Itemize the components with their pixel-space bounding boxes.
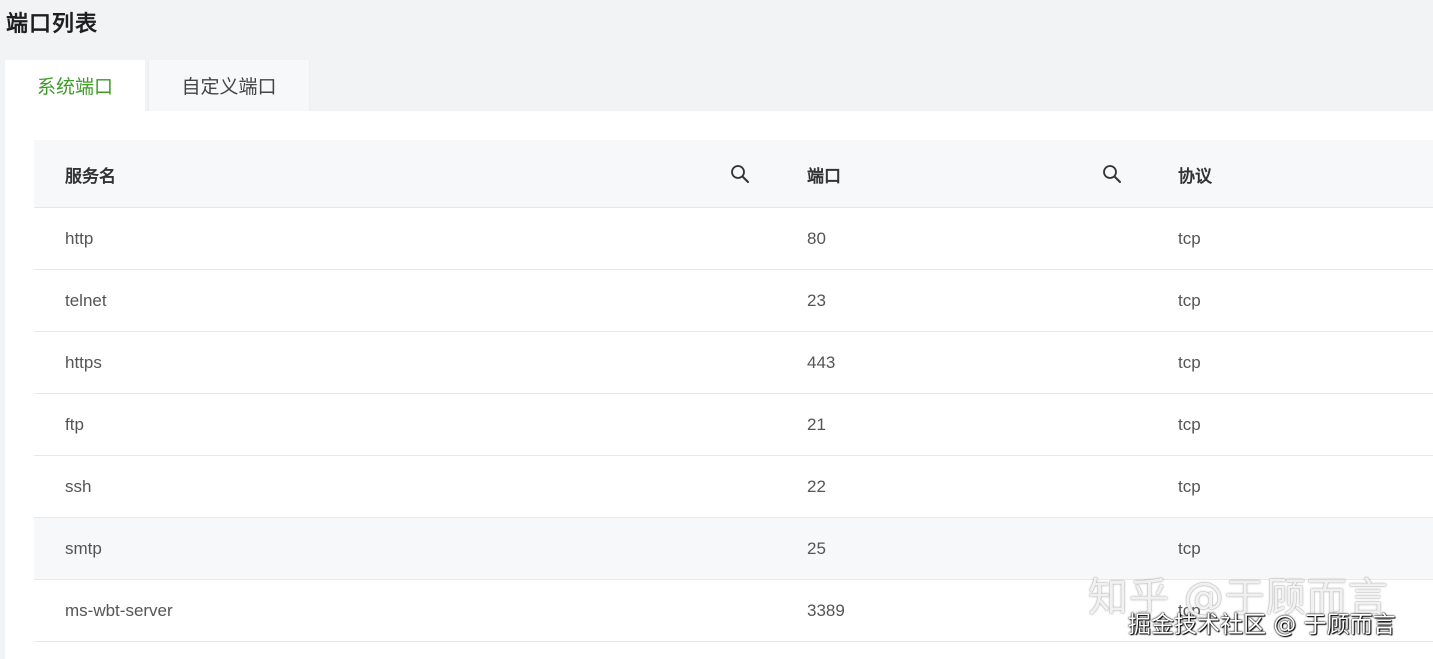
cell-service-name: ssh <box>65 476 92 496</box>
cell-port: 25 <box>807 538 826 558</box>
cell-port: 21 <box>807 414 826 434</box>
cell-port: 3389 <box>807 600 845 620</box>
cell-protocol: tcp <box>1178 414 1201 434</box>
cell-service-name: ftp <box>65 414 84 434</box>
column-header-port: 端口 <box>807 166 841 187</box>
table-row[interactable]: telnet 23 tcp <box>34 270 1433 332</box>
cell-protocol: tcp <box>1178 352 1201 372</box>
cell-port: 80 <box>807 228 826 248</box>
cell-protocol: tcp <box>1178 476 1201 496</box>
cell-protocol: tcp <box>1178 290 1201 310</box>
table-header: 服务名 端口 协议 <box>34 140 1433 208</box>
tab-custom-ports[interactable]: 自定义端口 <box>149 60 309 111</box>
cell-protocol: tcp <box>1178 538 1201 558</box>
search-icon[interactable] <box>728 162 752 186</box>
port-list-page: 端口列表 系统端口 自定义端口 服务名 端口 协议 http 80 tcp te… <box>0 0 1433 659</box>
column-header-service-name: 服务名 <box>65 166 116 187</box>
cell-port: 23 <box>807 290 826 310</box>
table-row[interactable]: http 80 tcp <box>34 208 1433 270</box>
tab-system-ports[interactable]: 系统端口 <box>5 60 145 111</box>
column-header-protocol: 协议 <box>1178 166 1212 187</box>
table-row[interactable]: ssh 22 tcp <box>34 456 1433 518</box>
table-row[interactable]: https 443 tcp <box>34 332 1433 394</box>
tab-bar: 系统端口 自定义端口 <box>5 60 309 111</box>
search-icon[interactable] <box>1100 162 1124 186</box>
cell-service-name: smtp <box>65 538 102 558</box>
cell-service-name: ms-wbt-server <box>65 600 173 620</box>
cell-service-name: http <box>65 228 94 248</box>
juejin-watermark: 掘金技术社区 @ 于顾而言 <box>1128 612 1396 638</box>
page-title: 端口列表 <box>6 12 99 37</box>
cell-port: 22 <box>807 476 826 496</box>
cell-port: 443 <box>807 352 836 372</box>
cell-service-name: telnet <box>65 290 107 310</box>
ports-table: 服务名 端口 协议 http 80 tcp telnet 23 tcp http… <box>34 140 1433 642</box>
cell-protocol: tcp <box>1178 228 1201 248</box>
table-row[interactable]: smtp 25 tcp <box>34 518 1433 580</box>
table-row[interactable]: ftp 21 tcp <box>34 394 1433 456</box>
cell-service-name: https <box>65 352 102 372</box>
